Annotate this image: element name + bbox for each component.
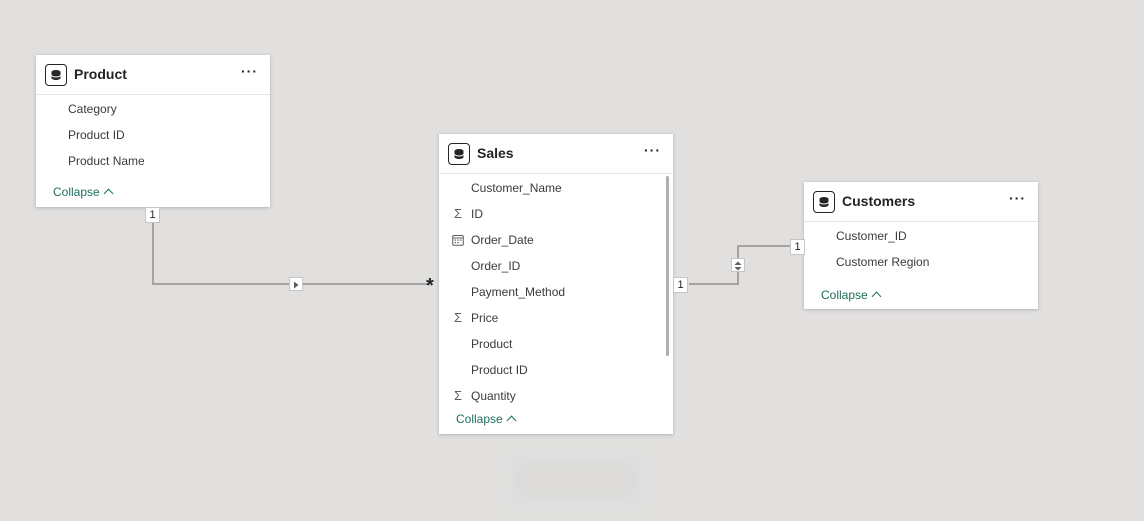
- collapse-button[interactable]: Collapse: [456, 412, 517, 426]
- product-table-header[interactable]: Product ···: [36, 55, 270, 95]
- calendar-icon: [451, 232, 465, 249]
- field-row[interactable]: Σ Price: [439, 306, 673, 332]
- more-options-icon[interactable]: ···: [241, 63, 258, 79]
- field-row[interactable]: Order_ID: [439, 254, 673, 280]
- more-options-icon[interactable]: ···: [644, 142, 661, 158]
- collapse-label: Collapse: [53, 185, 100, 199]
- table-icon: [448, 143, 470, 165]
- drag-ghost-overlay: [512, 458, 640, 502]
- sum-icon: Σ: [453, 310, 463, 325]
- scrollbar-thumb[interactable]: [666, 176, 669, 356]
- field-row[interactable]: Σ ID: [439, 202, 673, 228]
- cardinality-one-label: 1: [790, 239, 805, 255]
- field-label: Product ID: [68, 128, 125, 142]
- table-icon: [45, 64, 67, 86]
- customers-table-card[interactable]: Customers ··· Customer_ID Customer Regio…: [804, 182, 1038, 309]
- product-table-card[interactable]: Product ··· Category Product ID Product …: [36, 55, 270, 207]
- cardinality-one-label: 1: [673, 277, 688, 293]
- chevron-up-icon: [103, 188, 114, 199]
- customers-table-header[interactable]: Customers ···: [804, 182, 1038, 222]
- field-row[interactable]: Product Name: [36, 149, 270, 175]
- field-label: Product ID: [471, 363, 528, 377]
- sum-icon: Σ: [453, 206, 463, 221]
- cardinality-one-label: 1: [145, 207, 160, 223]
- collapse-label: Collapse: [456, 412, 503, 426]
- field-row[interactable]: Product ID: [36, 123, 270, 149]
- relationship-line-product-sales: [152, 221, 430, 285]
- collapse-button[interactable]: Collapse: [821, 288, 882, 302]
- field-row[interactable]: Σ Quantity: [439, 384, 673, 410]
- collapse-button[interactable]: Collapse: [53, 185, 114, 199]
- field-row[interactable]: Customer Region: [804, 250, 1038, 276]
- field-row[interactable]: Payment_Method: [439, 280, 673, 306]
- field-row[interactable]: Order_Date: [439, 228, 673, 254]
- field-label: Quantity: [471, 389, 516, 403]
- field-row[interactable]: Customer_ID: [804, 224, 1038, 250]
- field-label: ID: [471, 207, 483, 221]
- field-label: Category: [68, 102, 117, 116]
- model-canvas[interactable]: Product ··· Category Product ID Product …: [0, 0, 1144, 521]
- field-label: Order_ID: [471, 259, 521, 273]
- field-label: Product Name: [68, 154, 145, 168]
- sales-table-title: Sales: [477, 145, 514, 161]
- collapse-label: Collapse: [821, 288, 868, 302]
- field-row[interactable]: Category: [36, 97, 270, 123]
- product-table-title: Product: [74, 66, 127, 82]
- sum-icon: Σ: [453, 388, 463, 403]
- sales-table-card[interactable]: Sales ··· Customer_Name Σ ID Order_Date …: [439, 134, 673, 434]
- field-label: Order_Date: [471, 233, 534, 247]
- field-label: Customer_Name: [471, 181, 562, 195]
- customers-table-title: Customers: [842, 193, 916, 209]
- field-row[interactable]: Product ID: [439, 358, 673, 384]
- chevron-up-icon: [506, 415, 517, 426]
- field-label: Payment_Method: [471, 285, 566, 299]
- cardinality-many-label: *: [426, 275, 434, 297]
- field-label: Customer_ID: [836, 229, 907, 243]
- field-row[interactable]: Product: [439, 332, 673, 358]
- sales-table-header[interactable]: Sales ···: [439, 134, 673, 174]
- field-row[interactable]: Customer_Name: [439, 176, 673, 202]
- field-label: Price: [471, 311, 499, 325]
- more-options-icon[interactable]: ···: [1009, 190, 1026, 206]
- both-directions-filter-icon[interactable]: [731, 258, 745, 272]
- scrollbar[interactable]: [666, 176, 669, 356]
- single-direction-filter-icon[interactable]: [289, 277, 303, 291]
- field-label: Product: [471, 337, 513, 351]
- field-label: Customer Region: [836, 255, 930, 269]
- table-icon: [813, 191, 835, 213]
- chevron-up-icon: [871, 291, 882, 302]
